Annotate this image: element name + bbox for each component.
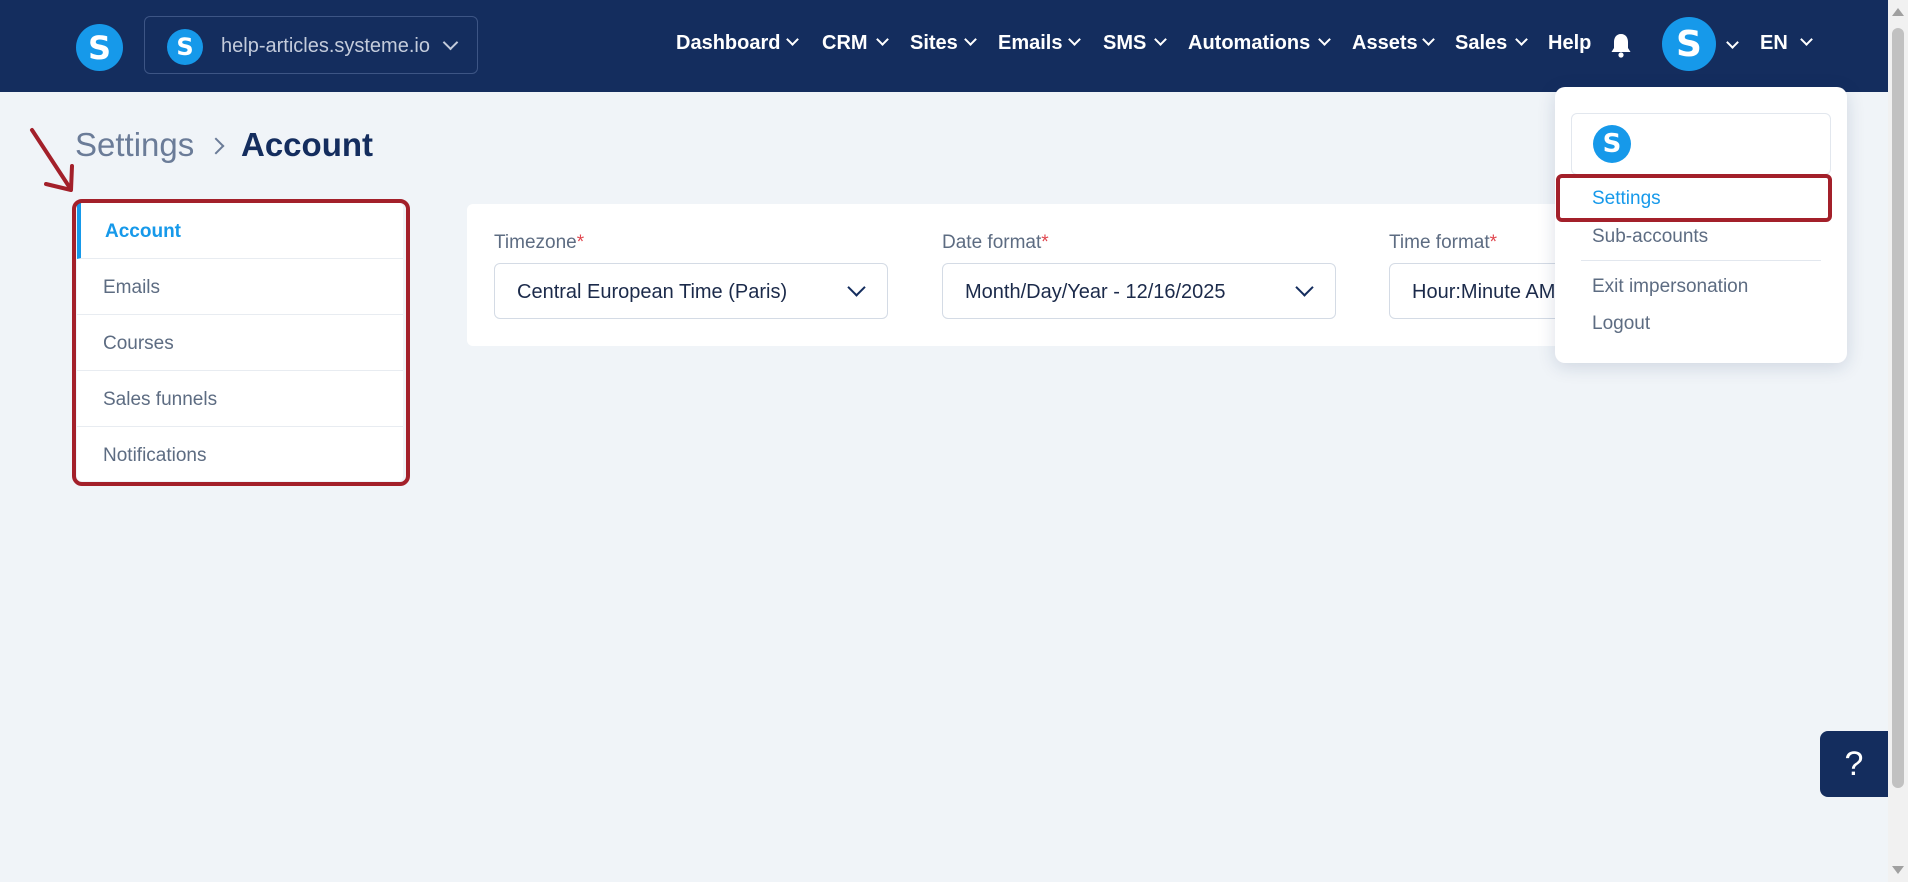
- chevron-down-icon: [1318, 33, 1331, 46]
- bell-icon[interactable]: [1610, 32, 1632, 58]
- sidebar-item-label: Account: [105, 221, 181, 242]
- sidebar-item-label: Emails: [103, 277, 161, 298]
- vertical-scrollbar[interactable]: [1888, 0, 1908, 882]
- chevron-down-icon: [1295, 278, 1314, 297]
- chevron-down-icon: [1800, 33, 1813, 46]
- site-logo-icon: S: [167, 29, 203, 65]
- chevron-down-icon: [847, 278, 866, 297]
- chevron-down-icon: [1154, 33, 1167, 46]
- user-avatar[interactable]: S: [1662, 17, 1716, 71]
- chevron-down-icon: [876, 33, 889, 46]
- menu-item-sub-accounts[interactable]: Sub-accounts: [1592, 226, 1708, 248]
- nav-automations[interactable]: Automations: [1188, 32, 1331, 55]
- required-mark: *: [1041, 232, 1049, 253]
- language-selector[interactable]: EN: [1760, 32, 1813, 55]
- date-format-label: Date format*: [942, 232, 1049, 253]
- help-chat-button[interactable]: ?: [1820, 731, 1888, 797]
- account-logo-icon: S: [1593, 125, 1631, 163]
- date-format-value: Month/Day/Year - 12/16/2025: [965, 281, 1226, 303]
- site-domain-label: help-articles.systeme.io: [221, 35, 430, 57]
- nav-crm[interactable]: CRM: [822, 32, 889, 55]
- nav-sms-label: SMS: [1103, 32, 1147, 54]
- nav-assets-label: Assets: [1352, 32, 1418, 54]
- breadcrumb-settings-link[interactable]: Settings: [75, 126, 194, 163]
- nav-dashboard[interactable]: Dashboard: [676, 32, 799, 55]
- chevron-down-icon: [1422, 33, 1435, 46]
- scroll-up-icon[interactable]: [1892, 8, 1904, 16]
- chevron-down-icon: [786, 33, 799, 46]
- chevron-down-icon: [1515, 33, 1528, 46]
- menu-divider: [1581, 260, 1821, 261]
- sidebar-item-label: Courses: [103, 333, 174, 354]
- page-title: Account: [241, 126, 373, 163]
- dropdown-account-card[interactable]: S: [1571, 113, 1831, 175]
- annotation-arrow-icon: [30, 128, 74, 192]
- nav-sites[interactable]: Sites: [910, 32, 977, 55]
- sidebar-item-emails[interactable]: Emails: [77, 259, 403, 315]
- sidebar-item-sales-funnels[interactable]: Sales funnels: [77, 371, 403, 427]
- menu-item-settings[interactable]: Settings: [1592, 188, 1661, 210]
- scroll-thumb[interactable]: [1892, 28, 1904, 788]
- menu-item-exit-impersonation[interactable]: Exit impersonation: [1592, 276, 1748, 298]
- nav-emails[interactable]: Emails: [998, 32, 1081, 55]
- user-menu-dropdown: S Settings Sub-accounts Exit impersonati…: [1555, 87, 1847, 363]
- sidebar-item-account[interactable]: Account: [77, 203, 403, 259]
- timezone-value: Central European Time (Paris): [517, 281, 788, 303]
- sidebar-item-label: Sales funnels: [103, 389, 218, 410]
- nav-crm-label: CRM: [822, 32, 868, 54]
- chevron-down-icon: [442, 34, 459, 51]
- chevron-down-icon[interactable]: [1726, 36, 1739, 49]
- nav-automations-label: Automations: [1188, 32, 1311, 54]
- top-navigation-bar: S S help-articles.systeme.io Dashboard C…: [0, 0, 1888, 92]
- required-mark: *: [576, 232, 585, 253]
- nav-help[interactable]: Help: [1548, 32, 1591, 55]
- timezone-label: Timezone*: [494, 232, 585, 253]
- nav-sales-label: Sales: [1455, 32, 1508, 54]
- date-format-select[interactable]: Month/Day/Year - 12/16/2025: [942, 263, 1336, 319]
- sidebar-item-label: Notifications: [103, 445, 207, 466]
- nav-emails-label: Emails: [998, 32, 1063, 54]
- chevron-right-icon: [207, 137, 225, 155]
- sidebar-item-courses[interactable]: Courses: [77, 315, 403, 371]
- nav-sites-label: Sites: [910, 32, 958, 54]
- required-mark: *: [1489, 232, 1498, 253]
- nav-help-label: Help: [1548, 32, 1592, 54]
- nav-dashboard-label: Dashboard: [676, 32, 781, 54]
- settings-sidebar: Account Emails Courses Sales funnels Not…: [77, 203, 403, 481]
- nav-sms[interactable]: SMS: [1103, 32, 1167, 55]
- nav-assets[interactable]: Assets: [1352, 32, 1435, 55]
- site-switcher-dropdown[interactable]: S help-articles.systeme.io: [144, 16, 478, 74]
- chevron-down-icon: [1068, 33, 1081, 46]
- timezone-select[interactable]: Central European Time (Paris): [494, 263, 888, 319]
- breadcrumb: Settings Account: [75, 126, 373, 164]
- sidebar-item-notifications[interactable]: Notifications: [77, 427, 403, 483]
- nav-sales[interactable]: Sales: [1455, 32, 1528, 55]
- language-label: EN: [1760, 32, 1788, 54]
- menu-item-logout[interactable]: Logout: [1592, 313, 1650, 335]
- time-format-label: Time format*: [1389, 232, 1498, 253]
- question-mark-icon: ?: [1844, 744, 1864, 783]
- account-settings-form: Timezone* Central European Time (Paris) …: [467, 204, 1783, 346]
- systeme-logo-icon[interactable]: S: [76, 24, 123, 71]
- scroll-down-icon[interactable]: [1892, 866, 1904, 874]
- chevron-down-icon: [964, 33, 977, 46]
